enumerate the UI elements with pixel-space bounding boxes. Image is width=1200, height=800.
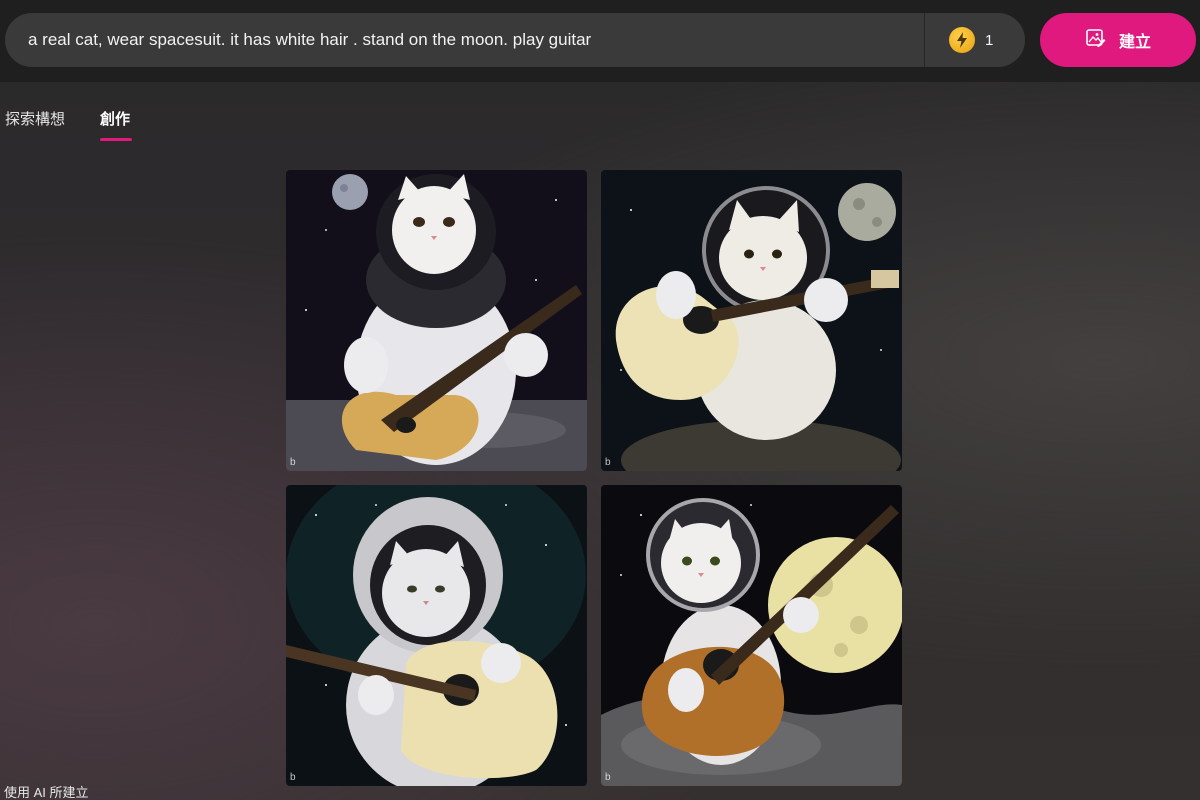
tab-explore[interactable]: 探索構想 (5, 108, 65, 129)
result-image-4[interactable]: b (601, 485, 902, 786)
prompt-text[interactable]: a real cat, wear spacesuit. it has white… (28, 13, 591, 67)
ai-created-note: 使用 AI 所建立 (4, 785, 89, 800)
top-bar: a real cat, wear spacesuit. it has white… (0, 0, 1200, 82)
tab-create-label: 創作 (100, 111, 131, 128)
boost-counter[interactable]: 1 (949, 27, 993, 53)
create-button-label: 建立 (1118, 34, 1151, 51)
prompt-input[interactable]: a real cat, wear spacesuit. it has white… (5, 13, 1025, 67)
result-image-grid: b b b b (286, 170, 903, 786)
image-watermark: b (290, 457, 296, 468)
image-watermark: b (605, 772, 611, 783)
tab-create[interactable]: 創作 (100, 108, 132, 141)
lightning-bolt-icon (949, 27, 975, 53)
image-watermark: b (290, 772, 296, 783)
result-image-2[interactable]: b (601, 170, 902, 471)
result-image-1[interactable]: b (286, 170, 587, 471)
result-image-3[interactable]: b (286, 485, 587, 786)
create-button[interactable]: 建立 (1040, 13, 1196, 67)
image-watermark: b (605, 457, 611, 468)
boost-count: 1 (985, 31, 994, 49)
image-edit-icon (1085, 27, 1107, 54)
prompt-divider (924, 13, 925, 67)
active-tab-indicator (100, 138, 132, 141)
